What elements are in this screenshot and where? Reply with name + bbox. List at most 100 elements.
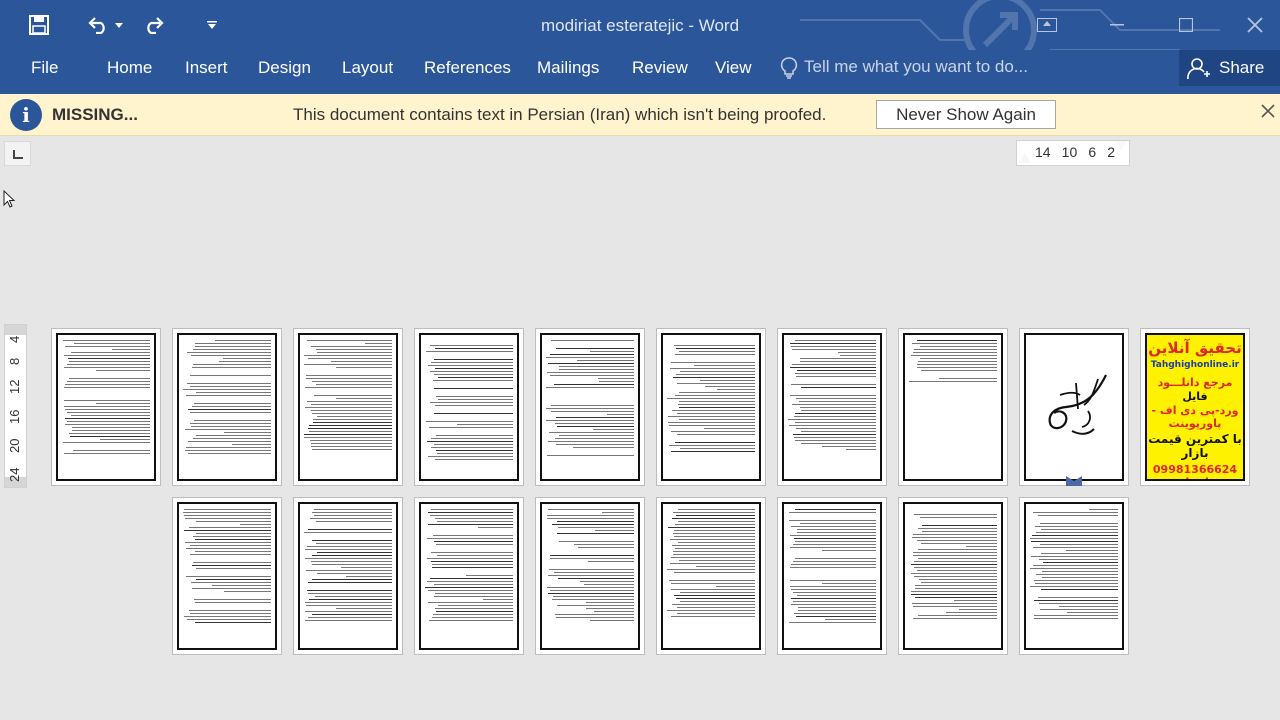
document-page[interactable]: [898, 328, 1008, 486]
text-line: [821, 583, 876, 584]
document-page[interactable]: [293, 497, 403, 655]
text-line: [466, 575, 513, 576]
tab-home[interactable]: Home: [107, 50, 152, 94]
message-bar: i MISSING... This document contains text…: [0, 94, 1280, 136]
text-line: [793, 561, 876, 562]
document-page[interactable]: [51, 328, 161, 486]
text-line: [912, 555, 997, 556]
document-page[interactable]: تحقیق آنلاین Tahghighonline.ir مرجع دانل…: [1140, 328, 1250, 486]
text-line: [667, 340, 755, 341]
text-line: [426, 441, 513, 442]
tab-view[interactable]: View: [715, 50, 752, 94]
text-line: [196, 521, 271, 522]
document-page[interactable]: [1019, 328, 1129, 486]
text-line: [675, 374, 755, 375]
text-line: [846, 449, 876, 450]
tab-file[interactable]: File: [31, 50, 58, 94]
tab-insert[interactable]: Insert: [185, 50, 228, 94]
text-line: [795, 440, 876, 441]
text-line: [555, 348, 634, 349]
text-line: [63, 406, 150, 407]
tab-selector[interactable]: [4, 141, 31, 166]
text-line: [679, 560, 755, 561]
tell-me-search[interactable]: Tell me what you want to do...: [780, 50, 1028, 94]
ribbon-display-icon[interactable]: [1012, 0, 1082, 50]
text-line: [557, 521, 634, 522]
page-border: [177, 333, 277, 481]
text-line: [183, 557, 271, 558]
text-line: [195, 551, 271, 552]
tab-layout[interactable]: Layout: [342, 50, 393, 94]
left-indent-marker[interactable]: [1019, 153, 1031, 163]
document-page[interactable]: [414, 497, 524, 655]
tab-design[interactable]: Design: [258, 50, 311, 94]
text-line: [548, 432, 634, 433]
text-line: [304, 370, 392, 371]
document-page[interactable]: [777, 328, 887, 486]
document-page[interactable]: [172, 497, 282, 655]
text-line: [796, 529, 876, 530]
document-page[interactable]: [414, 328, 524, 486]
text-line: [432, 380, 513, 381]
text-line: [680, 601, 755, 602]
text-line: [425, 354, 513, 355]
text-line: [311, 443, 392, 444]
document-page[interactable]: [656, 328, 766, 486]
text-line: [304, 558, 392, 559]
text-line: [793, 592, 876, 593]
document-page[interactable]: [172, 328, 282, 486]
text-line: [821, 446, 876, 447]
text-line: [549, 569, 634, 570]
text-line: [547, 455, 634, 456]
tab-mailings[interactable]: Mailings: [537, 50, 599, 94]
text-line: [546, 372, 634, 373]
share-button[interactable]: Share: [1179, 50, 1280, 86]
text-line: [65, 409, 150, 410]
text-line: [593, 611, 634, 612]
text-line: [670, 563, 755, 564]
close-icon[interactable]: [1220, 0, 1280, 50]
text-line: [672, 512, 755, 513]
text-line: [1032, 535, 1118, 536]
text-line: [316, 416, 392, 417]
text-line: [307, 358, 392, 359]
text-line: [821, 550, 876, 551]
text-line: [791, 564, 876, 565]
text-line: [546, 408, 634, 409]
text-line: [912, 606, 997, 607]
message-close-icon[interactable]: [1261, 104, 1280, 124]
document-page[interactable]: [898, 497, 1008, 655]
text-line: [436, 544, 513, 545]
document-page[interactable]: [777, 497, 887, 655]
text-line: [313, 515, 392, 516]
minimize-icon[interactable]: [1082, 0, 1152, 50]
document-page[interactable]: [656, 497, 766, 655]
text-line: [789, 535, 876, 536]
restore-icon[interactable]: [1151, 0, 1221, 50]
page-border: [177, 502, 277, 650]
text-line: [790, 598, 876, 599]
tab-references[interactable]: References: [424, 50, 511, 94]
text-line: [1033, 565, 1118, 566]
document-page[interactable]: [293, 328, 403, 486]
tab-review[interactable]: Review: [632, 50, 688, 94]
text-line: [183, 605, 271, 606]
text-line: [314, 395, 392, 396]
document-page[interactable]: [535, 497, 645, 655]
text-line: [69, 361, 150, 362]
text-line: [183, 530, 271, 531]
text-line: [65, 418, 150, 419]
text-line: [190, 355, 271, 356]
text-line: [917, 361, 997, 362]
text-line: [67, 412, 150, 413]
document-page[interactable]: [535, 328, 645, 486]
document-page[interactable]: [1019, 497, 1129, 655]
text-line: [425, 587, 513, 588]
text-line: [914, 576, 997, 577]
text-line: [553, 384, 634, 385]
text-line: [190, 386, 271, 387]
never-show-again-button[interactable]: Never Show Again: [876, 100, 1056, 129]
text-line: [306, 401, 392, 402]
text-line: [196, 568, 271, 569]
right-indent-marker[interactable]: [1115, 141, 1127, 150]
